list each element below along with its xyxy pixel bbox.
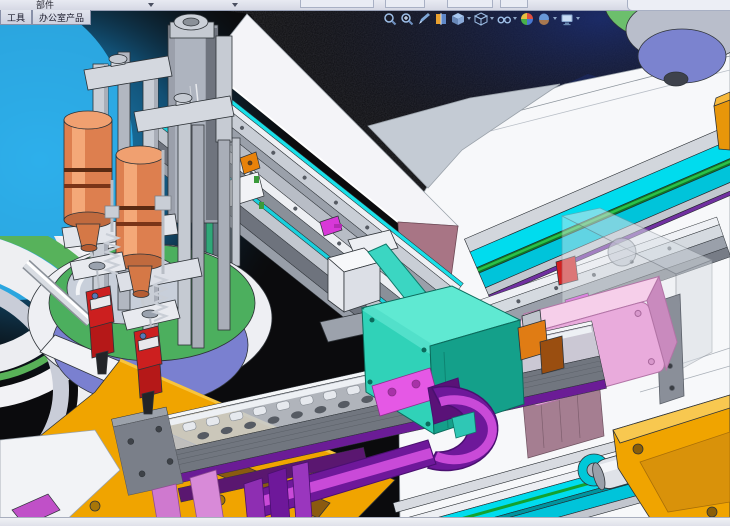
apply-scene-icon[interactable]: [537, 12, 551, 26]
tab-office-products[interactable]: 办公室产品: [32, 10, 91, 25]
section-view-icon[interactable]: [434, 12, 448, 26]
chevron-down-icon[interactable]: [467, 17, 471, 20]
view-settings-icon[interactable]: [560, 12, 574, 26]
hide-show-items-icon[interactable]: [497, 12, 511, 26]
application-window: 部件 工具 办公室产品: [0, 0, 730, 526]
toolbar-button[interactable]: [385, 0, 425, 8]
model-viewport[interactable]: [0, 0, 730, 526]
view-orientation-icon[interactable]: [451, 12, 465, 26]
zoom-to-fit-icon[interactable]: [383, 12, 397, 26]
tab-tools[interactable]: 工具: [0, 10, 32, 25]
chevron-down-icon[interactable]: [148, 3, 154, 7]
top-toolbar: 部件: [0, 0, 730, 11]
chevron-down-icon[interactable]: [490, 17, 494, 20]
previous-view-icon[interactable]: [417, 12, 431, 26]
chevron-down-icon[interactable]: [553, 17, 557, 20]
command-manager-tabs: 工具 办公室产品: [0, 10, 91, 25]
chevron-down-icon[interactable]: [576, 17, 580, 20]
status-bar: [0, 517, 730, 526]
toolbar-button[interactable]: [300, 0, 374, 8]
chevron-down-icon[interactable]: [232, 3, 238, 7]
zoom-to-area-icon[interactable]: [400, 12, 414, 26]
toolbar-button[interactable]: [500, 0, 528, 8]
edit-appearance-icon[interactable]: [520, 12, 534, 26]
slim-actuator[interactable]: [216, 36, 232, 142]
chevron-down-icon[interactable]: [513, 17, 517, 20]
toolbar-button[interactable]: [447, 0, 493, 8]
display-style-icon[interactable]: [474, 12, 488, 26]
heads-up-view-toolbar: [383, 11, 580, 26]
toolbar-right-panel: [627, 0, 730, 11]
